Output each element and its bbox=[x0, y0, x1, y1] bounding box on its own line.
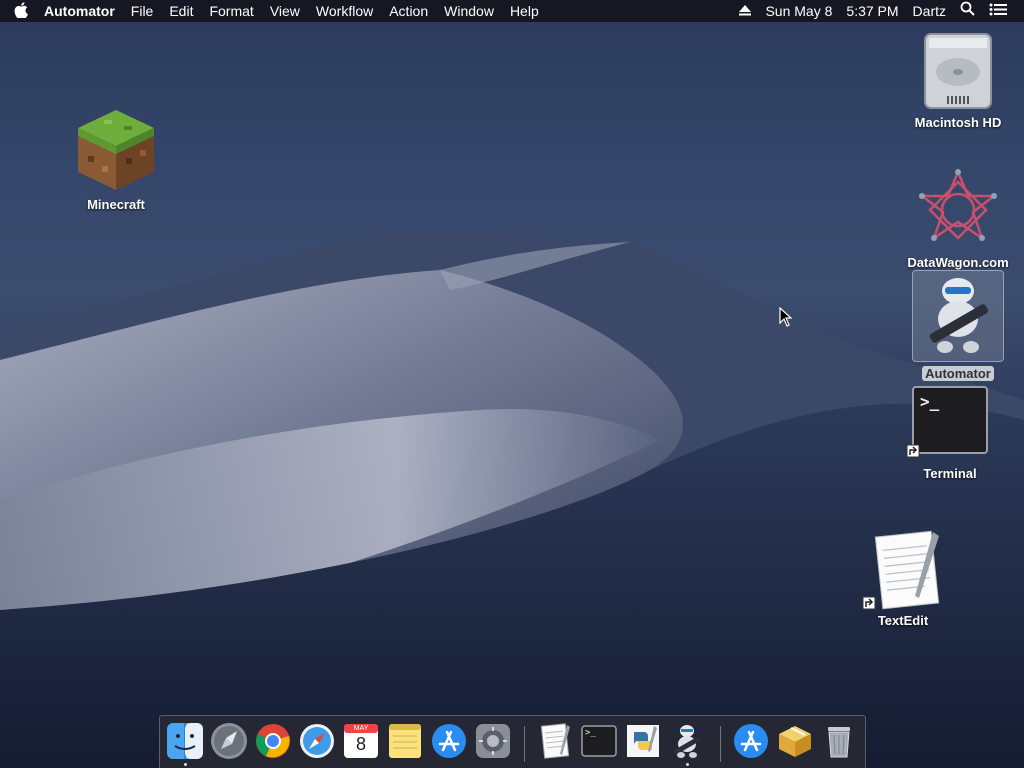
dock-calendar-icon[interactable]: MAY 8 bbox=[342, 722, 380, 760]
dock: MAY 8 >_ bbox=[159, 715, 866, 768]
automator-robot-icon bbox=[929, 278, 988, 353]
desktop: Automator File Edit Format View Workflow… bbox=[0, 0, 1024, 768]
dock-trash-icon[interactable] bbox=[820, 722, 858, 760]
menu-edit[interactable]: Edit bbox=[161, 0, 201, 22]
desktop-icon-automator[interactable]: Automator bbox=[910, 270, 1006, 381]
terminal-prompt: >_ bbox=[920, 392, 940, 411]
menu-bar-date[interactable]: Sun May 8 bbox=[758, 0, 839, 22]
dock-system-preferences-icon[interactable] bbox=[474, 722, 512, 760]
dock-terminal-icon[interactable]: >_ bbox=[580, 722, 618, 760]
dock-app-store-icon[interactable] bbox=[430, 722, 468, 760]
desktop-icon-label: Minecraft bbox=[87, 197, 145, 212]
desktop-icon-textedit[interactable]: TextEdit bbox=[858, 528, 948, 628]
menu-window[interactable]: Window bbox=[436, 0, 502, 22]
menu-bar-status-area: Sun May 8 5:37 PM Dartz bbox=[732, 0, 1014, 22]
desktop-icon-label: DataWagon.com bbox=[907, 255, 1009, 270]
dock-archive-utility-icon[interactable] bbox=[776, 722, 814, 760]
dock-finder-icon[interactable] bbox=[166, 722, 204, 760]
menu-view[interactable]: View bbox=[262, 0, 308, 22]
spotlight-search-icon[interactable] bbox=[953, 0, 982, 22]
dock-calendar-day: 8 bbox=[355, 734, 366, 754]
desktop-icon-minecraft[interactable]: Minecraft bbox=[66, 106, 166, 212]
apple-logo-icon[interactable] bbox=[12, 1, 30, 21]
desktop-icon-label: Automator bbox=[922, 366, 994, 381]
menu-help[interactable]: Help bbox=[502, 0, 547, 22]
desktop-icon-label: Macintosh HD bbox=[914, 115, 1002, 130]
dock-notes-icon[interactable] bbox=[386, 722, 424, 760]
desktop-icon-label: Terminal bbox=[923, 466, 977, 481]
menu-format[interactable]: Format bbox=[201, 0, 261, 22]
dock-automator-icon[interactable] bbox=[668, 722, 706, 760]
minecraft-icon bbox=[78, 110, 154, 190]
dock-launchpad-icon[interactable] bbox=[210, 722, 248, 760]
menu-bar: Automator File Edit Format View Workflow… bbox=[0, 0, 1024, 22]
menu-app-name[interactable]: Automator bbox=[36, 0, 123, 22]
menu-bar-user[interactable]: Dartz bbox=[906, 0, 953, 22]
desktop-icon-macintosh-hd[interactable]: Macintosh HD bbox=[905, 30, 1011, 130]
menu-action[interactable]: Action bbox=[381, 0, 436, 22]
datawagon-icon bbox=[918, 168, 998, 242]
dock-running-indicator bbox=[686, 763, 689, 766]
dock-safari-icon[interactable] bbox=[298, 722, 336, 760]
dock-textedit-icon[interactable] bbox=[536, 722, 574, 760]
eject-icon[interactable] bbox=[732, 0, 758, 22]
desktop-icon-terminal[interactable]: >_ Terminal bbox=[902, 386, 998, 481]
dock-running-indicator bbox=[184, 763, 187, 766]
dock-terminal-prompt: >_ bbox=[585, 728, 596, 738]
dock-chrome-icon[interactable] bbox=[254, 722, 292, 760]
dock-separator bbox=[524, 726, 525, 762]
hard-drive-icon bbox=[924, 33, 992, 109]
dock-separator bbox=[720, 726, 721, 762]
dock-app-store-downloads-icon[interactable] bbox=[732, 722, 770, 760]
alias-arrow-icon bbox=[862, 596, 876, 613]
desktop-icon-label: TextEdit bbox=[877, 613, 929, 628]
dock-python-icon[interactable] bbox=[624, 722, 662, 760]
mouse-cursor-icon bbox=[779, 306, 793, 332]
menu-file[interactable]: File bbox=[123, 0, 162, 22]
dock-calendar-month: MAY bbox=[353, 725, 369, 732]
notification-center-icon[interactable] bbox=[982, 0, 1014, 22]
menu-bar-time[interactable]: 5:37 PM bbox=[839, 0, 905, 22]
menu-workflow[interactable]: Workflow bbox=[308, 0, 381, 22]
desktop-icon-datawagon[interactable]: DataWagon.com bbox=[900, 168, 1016, 270]
alias-arrow-icon bbox=[906, 444, 920, 461]
